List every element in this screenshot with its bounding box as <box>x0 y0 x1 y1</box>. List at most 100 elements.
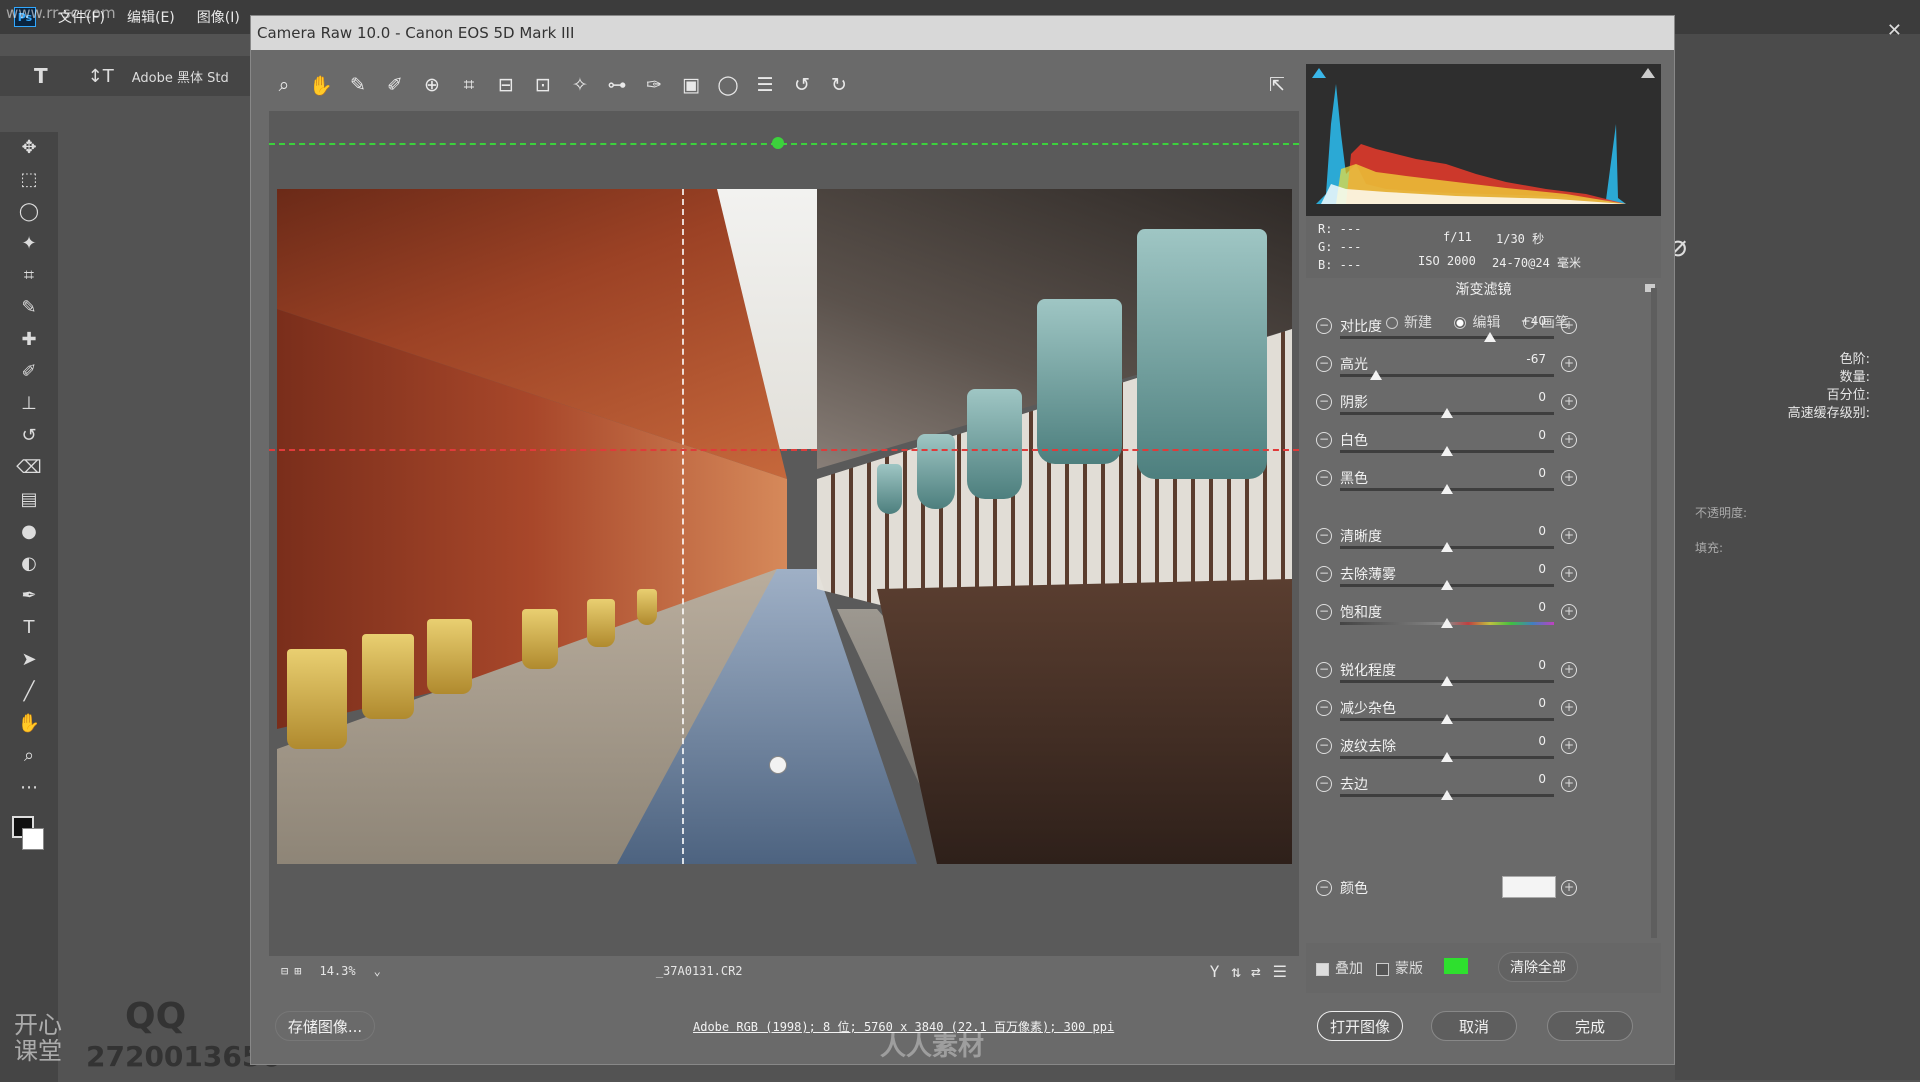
crop-icon[interactable]: ⌗ <box>454 70 484 100</box>
zoom-dropdown-icon[interactable]: ⌄ <box>374 964 381 978</box>
hand-tool-icon[interactable]: ✋ <box>11 708 47 738</box>
adjustment-brush-icon[interactable]: ✑ <box>639 70 669 100</box>
rotate-right-icon[interactable]: ↻ <box>824 70 854 100</box>
slider-thumb[interactable] <box>1441 446 1453 456</box>
radial-filter-icon[interactable]: ◯ <box>713 70 743 100</box>
gradient-tool-icon[interactable]: ▤ <box>11 484 47 514</box>
slider-value[interactable]: 0 <box>1496 658 1546 672</box>
slider-value[interactable]: 0 <box>1496 428 1546 442</box>
minus-icon[interactable]: − <box>1316 776 1332 792</box>
gradient-end-line[interactable] <box>269 449 1299 451</box>
overlay-checkbox[interactable]: 叠加 <box>1316 958 1363 978</box>
line-tool-icon[interactable]: ╱ <box>11 676 47 706</box>
color-swatch[interactable] <box>1502 876 1556 898</box>
minus-icon[interactable]: − <box>1316 356 1332 372</box>
zoom-in-button[interactable]: ⊞ <box>294 964 301 978</box>
brush-tool-icon[interactable]: ✐ <box>11 356 47 386</box>
graduated-filter-icon[interactable]: ▣ <box>676 70 706 100</box>
slider-value[interactable]: 0 <box>1496 562 1546 576</box>
minus-icon[interactable]: − <box>1316 604 1332 620</box>
hand-icon[interactable]: ✋ <box>306 70 336 100</box>
image-preview[interactable] <box>269 111 1299 956</box>
slider-value[interactable]: 0 <box>1496 390 1546 404</box>
zoom-level[interactable]: 14.3% <box>319 964 355 978</box>
color-sampler-icon[interactable]: ✐ <box>380 70 410 100</box>
slider-thumb[interactable] <box>1441 484 1453 494</box>
slider-thumb[interactable] <box>1441 790 1453 800</box>
slider-thumb[interactable] <box>1441 714 1453 724</box>
minus-icon[interactable]: − <box>1316 566 1332 582</box>
fullscreen-icon[interactable]: ⇱ <box>1262 70 1292 100</box>
blur-tool-icon[interactable]: ● <box>11 516 47 546</box>
type-tool-icon[interactable]: T <box>34 64 48 88</box>
marquee-tool-icon[interactable]: ⬚ <box>11 164 47 194</box>
minus-icon[interactable]: − <box>1316 738 1332 754</box>
minus-icon[interactable]: − <box>1316 700 1332 716</box>
eyedropper-tool-icon[interactable]: ✎ <box>11 292 47 322</box>
white-balance-icon[interactable]: ✎ <box>343 70 373 100</box>
color-plus-icon[interactable]: + <box>1561 880 1577 896</box>
slider-value[interactable]: 0 <box>1496 466 1546 480</box>
magic-wand-icon[interactable]: ✦ <box>11 228 47 258</box>
stamp-tool-icon[interactable]: ⊥ <box>11 388 47 418</box>
preferences-icon[interactable]: ☰ <box>750 70 780 100</box>
before-after-toggle-icon[interactable]: Y <box>1210 962 1220 981</box>
plus-icon[interactable]: + <box>1561 662 1577 678</box>
slider-thumb[interactable] <box>1441 408 1453 418</box>
menu-image[interactable]: 图像(I) <box>197 7 240 27</box>
zoom-out-button[interactable]: ⊟ <box>281 964 288 978</box>
slider-value[interactable]: 0 <box>1496 600 1546 614</box>
history-brush-icon[interactable]: ↺ <box>11 420 47 450</box>
plus-icon[interactable]: + <box>1561 604 1577 620</box>
vertical-type-icon[interactable]: ↕T <box>88 66 114 87</box>
slider-value[interactable]: 0 <box>1496 772 1546 786</box>
minus-icon[interactable]: − <box>1316 318 1332 334</box>
slider-value[interactable]: -67 <box>1496 352 1546 366</box>
type-tool-icon[interactable]: T <box>11 612 47 642</box>
gradient-start-pin[interactable] <box>772 137 784 149</box>
plus-icon[interactable]: + <box>1561 432 1577 448</box>
cancel-button[interactable]: 取消 <box>1431 1011 1517 1041</box>
mask-color-swatch[interactable] <box>1444 958 1468 974</box>
path-select-icon[interactable]: ➤ <box>11 644 47 674</box>
pen-tool-icon[interactable]: ✒ <box>11 580 47 610</box>
slider-thumb[interactable] <box>1441 752 1453 762</box>
minus-icon[interactable]: − <box>1316 470 1332 486</box>
straighten-icon[interactable]: ⊟ <box>491 70 521 100</box>
gradient-end-pin[interactable] <box>769 756 787 774</box>
background-color-swatch[interactable] <box>22 828 44 850</box>
plus-icon[interactable]: + <box>1561 318 1577 334</box>
minus-icon[interactable]: − <box>1316 432 1332 448</box>
plus-icon[interactable]: + <box>1561 470 1577 486</box>
slider-thumb[interactable] <box>1441 618 1453 628</box>
healing-tool-icon[interactable]: ✚ <box>11 324 47 354</box>
slider-value[interactable]: 0 <box>1496 696 1546 710</box>
zoom-tool-icon[interactable]: ⌕ <box>11 740 47 770</box>
dodge-tool-icon[interactable]: ◐ <box>11 548 47 578</box>
slider-thumb[interactable] <box>1441 580 1453 590</box>
crop-tool-icon[interactable]: ⌗ <box>11 260 47 290</box>
plus-icon[interactable]: + <box>1561 528 1577 544</box>
more-tools-icon[interactable]: ⋯ <box>11 772 47 802</box>
plus-icon[interactable]: + <box>1561 700 1577 716</box>
clear-all-button[interactable]: 清除全部 <box>1498 952 1578 982</box>
plus-icon[interactable]: + <box>1561 738 1577 754</box>
plus-icon[interactable]: + <box>1561 776 1577 792</box>
slider-value[interactable]: 0 <box>1496 734 1546 748</box>
done-button[interactable]: 完成 <box>1547 1011 1633 1041</box>
lasso-tool-icon[interactable]: ◯ <box>11 196 47 226</box>
slider-thumb[interactable] <box>1483 332 1496 342</box>
eraser-tool-icon[interactable]: ⌫ <box>11 452 47 482</box>
plus-icon[interactable]: + <box>1561 356 1577 372</box>
copy-settings-icon[interactable]: ⇄ <box>1251 962 1261 981</box>
preview-preferences-icon[interactable]: ☰ <box>1273 962 1287 981</box>
transform-icon[interactable]: ⊡ <box>528 70 558 100</box>
slider-value[interactable]: +40 <box>1496 314 1546 328</box>
panel-scrollbar[interactable] <box>1651 288 1657 938</box>
minus-icon[interactable]: − <box>1316 662 1332 678</box>
red-eye-icon[interactable]: ⊶ <box>602 70 632 100</box>
spot-removal-icon[interactable]: ✧ <box>565 70 595 100</box>
slider-thumb[interactable] <box>1441 676 1453 686</box>
mask-checkbox[interactable]: 蒙版 <box>1376 958 1423 978</box>
minus-icon[interactable]: − <box>1316 394 1332 410</box>
